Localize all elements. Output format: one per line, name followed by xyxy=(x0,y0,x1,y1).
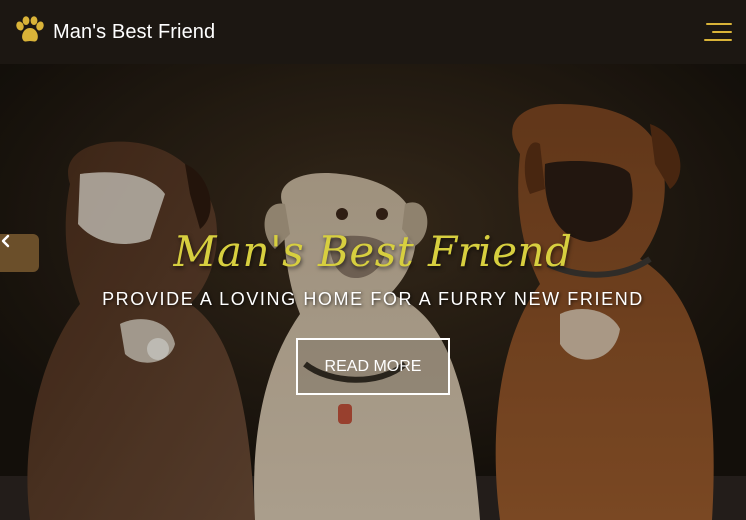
paw-icon xyxy=(14,15,46,49)
brand-link[interactable]: Man's Best Friend xyxy=(14,15,215,49)
hero-subtitle: PROVIDE A LOVING HOME FOR A FURRY NEW FR… xyxy=(102,289,644,309)
read-more-button[interactable]: READ MORE xyxy=(296,338,450,395)
navbar: Man's Best Friend xyxy=(0,0,746,64)
hero-slider: Man's Best Friend PROVIDE A LOVING HOME … xyxy=(0,64,746,520)
hamburger-menu-icon[interactable] xyxy=(702,22,732,44)
hero-title: Man's Best Friend xyxy=(173,227,573,276)
brand-name: Man's Best Friend xyxy=(53,20,216,43)
